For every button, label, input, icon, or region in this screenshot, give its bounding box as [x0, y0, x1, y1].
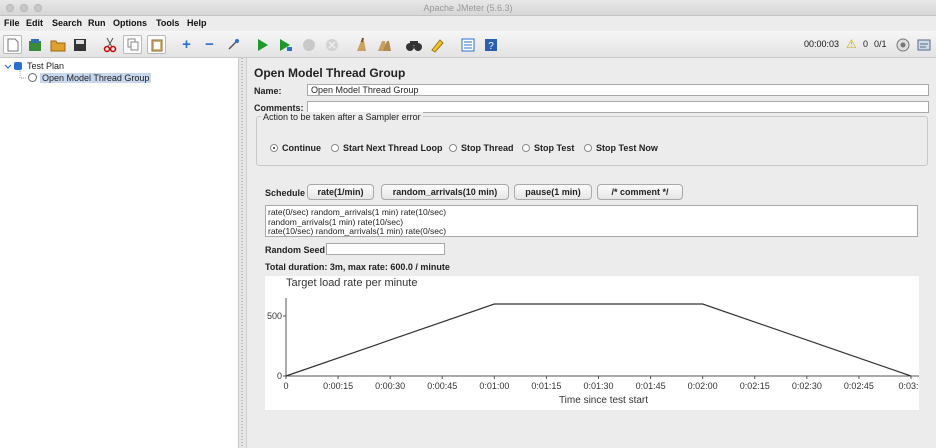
- thread-group-panel: Open Model Thread Group Name: Open Model…: [248, 58, 936, 448]
- thread-group-icon: [28, 73, 37, 82]
- templates-icon[interactable]: [25, 35, 44, 54]
- x-tick-label: 0:02:30: [792, 381, 822, 391]
- comment-button[interactable]: /* comment */: [597, 184, 683, 200]
- cut-icon[interactable]: [100, 35, 119, 54]
- menu-options[interactable]: Options: [113, 18, 147, 28]
- x-tick-label: 0:00:45: [427, 381, 457, 391]
- expand-icon[interactable]: +: [177, 35, 196, 54]
- menu-run[interactable]: Run: [88, 18, 106, 28]
- tree-item-open-model-thread-group[interactable]: Open Model Thread Group: [28, 73, 152, 83]
- tree-item-label: Test Plan: [27, 61, 65, 71]
- stop-icon[interactable]: [299, 35, 318, 54]
- toggle-icon[interactable]: [223, 35, 242, 54]
- menu-tools[interactable]: Tools: [156, 18, 179, 28]
- paste-icon[interactable]: [147, 35, 166, 54]
- x-tick-label: 0:02:15: [740, 381, 770, 391]
- clear-all-icon[interactable]: [374, 35, 393, 54]
- x-tick-label: 0:02:45: [844, 381, 874, 391]
- chart-title: Target load rate per minute: [286, 277, 417, 289]
- clear-icon[interactable]: [352, 35, 371, 54]
- x-tick-label: 0:01:15: [531, 381, 561, 391]
- error-count: 0: [863, 39, 869, 49]
- radio-dot: [270, 144, 278, 152]
- radio-dot: [331, 144, 339, 152]
- start-icon[interactable]: [253, 35, 272, 54]
- radio-dot: [449, 144, 457, 152]
- x-tick-label: 0: [283, 381, 288, 391]
- function-helper-icon[interactable]: [458, 35, 477, 54]
- x-axis-label: Time since test start: [559, 395, 648, 406]
- radio-continue[interactable]: Continue: [270, 143, 321, 153]
- help-icon[interactable]: ?: [481, 35, 500, 54]
- active-threads: 0/1: [874, 39, 887, 49]
- schedule-line: rate(10/sec) random_arrivals(1 min) rate…: [268, 226, 447, 236]
- reset-search-icon[interactable]: [427, 35, 446, 54]
- collapse-icon[interactable]: −: [200, 35, 219, 54]
- copy-icon[interactable]: [123, 35, 142, 54]
- x-tick-label: 0:02:00: [688, 381, 718, 391]
- series-line: [285, 303, 912, 377]
- load-chart: Target load rate per minute 0 500 0 0:00:15 0…: [265, 276, 919, 410]
- x-tick-label: 0:01:30: [583, 381, 613, 391]
- total-duration-text: Total duration: 3m, max rate: 600.0 / mi…: [265, 262, 450, 272]
- x-tick-label: 0:01:00: [479, 381, 509, 391]
- rate-button[interactable]: rate(1/min): [307, 184, 374, 200]
- radio-stop-test[interactable]: Stop Test: [522, 143, 574, 153]
- test-plan-icon: [14, 62, 22, 70]
- radio-dot: [584, 144, 592, 152]
- radio-stop-test-now[interactable]: Stop Test Now: [584, 143, 658, 153]
- window-titlebar: Apache JMeter (5.6.3): [0, 0, 936, 16]
- shutdown-icon[interactable]: [322, 35, 341, 54]
- new-icon[interactable]: [3, 35, 22, 54]
- window-title: Apache JMeter (5.6.3): [423, 3, 513, 13]
- name-field[interactable]: Open Model Thread Group: [307, 84, 929, 96]
- random-arrivals-button[interactable]: random_arrivals(10 min): [381, 184, 509, 200]
- tree-item-test-plan[interactable]: Test Plan: [14, 61, 64, 71]
- radio-stop-thread[interactable]: Stop Thread: [449, 143, 514, 153]
- search-icon[interactable]: [404, 35, 423, 54]
- menu-file[interactable]: File: [4, 18, 20, 28]
- toolbar: + − ? 00:00:03 ⚠ 0 0/1: [0, 31, 936, 58]
- pause-button[interactable]: pause(1 min): [514, 184, 592, 200]
- x-tick-label: 0:00:30: [375, 381, 405, 391]
- x-tick-label: 0:03:0: [898, 381, 919, 391]
- radio-start-next-thread-loop[interactable]: Start Next Thread Loop: [331, 143, 443, 153]
- tree-item-label: Open Model Thread Group: [40, 73, 152, 83]
- random-seed-label: Random Seed: [265, 245, 326, 255]
- schedule-textarea[interactable]: rate(0/sec) random_arrivals(1 min) rate(…: [265, 205, 918, 237]
- y-tick-label: 500: [267, 311, 282, 321]
- random-seed-field[interactable]: [326, 243, 445, 255]
- start-no-pauses-icon[interactable]: [276, 35, 295, 54]
- svg-text:?: ?: [488, 41, 494, 52]
- test-plan-tree: Test Plan Open Model Thread Group: [0, 58, 239, 448]
- save-icon[interactable]: [70, 35, 89, 54]
- sampler-error-legend: Action to be taken after a Sampler error: [261, 112, 423, 122]
- log-viewer-icon[interactable]: [914, 35, 933, 54]
- open-icon[interactable]: [48, 35, 67, 54]
- elapsed-timer: 00:00:03: [804, 39, 840, 49]
- x-tick-label: 0:00:15: [323, 381, 353, 391]
- pane-splitter[interactable]: [239, 58, 247, 448]
- warning-icon[interactable]: ⚠: [846, 37, 857, 51]
- menu-edit[interactable]: Edit: [26, 18, 43, 28]
- x-tick-label: 0:01:45: [636, 381, 666, 391]
- schedule-label: Schedule: [265, 188, 306, 198]
- sampler-error-group: Action to be taken after a Sampler error…: [256, 112, 928, 166]
- name-label: Name:: [254, 86, 282, 96]
- page-title: Open Model Thread Group: [254, 66, 406, 80]
- menu-help[interactable]: Help: [187, 18, 207, 28]
- menu-bar: File Edit Search Run Options Tools Help: [0, 16, 936, 31]
- y-tick-label: 0: [277, 371, 282, 381]
- radio-dot: [522, 144, 530, 152]
- menu-search[interactable]: Search: [52, 18, 82, 28]
- load-chart-svg: Target load rate per minute 0 500 0 0:00:15 0…: [267, 277, 919, 406]
- remote-engine-icon[interactable]: [893, 35, 912, 54]
